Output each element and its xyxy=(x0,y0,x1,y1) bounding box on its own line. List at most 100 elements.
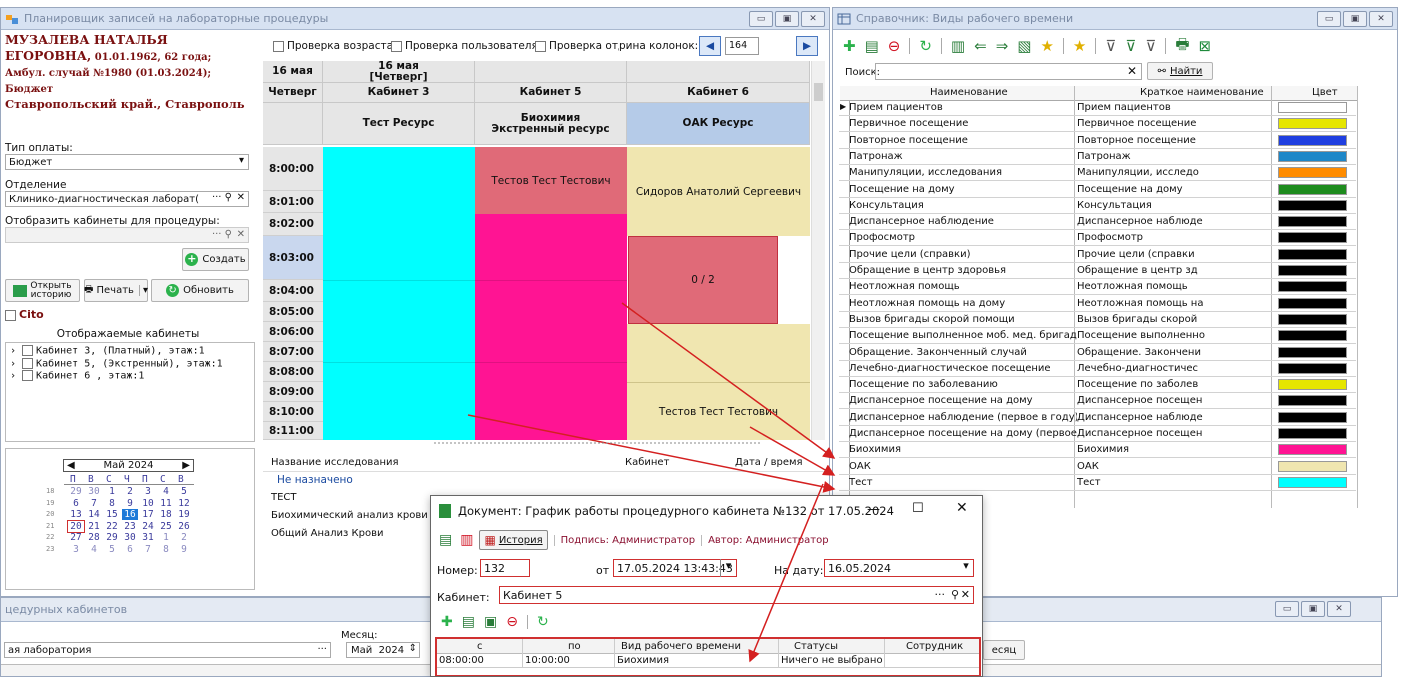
check-user[interactable]: Проверка пользователя xyxy=(391,40,538,52)
calendar-day[interactable]: 17 xyxy=(140,509,156,520)
find-button[interactable]: ⚯ Найти xyxy=(1147,62,1213,80)
calendar-day[interactable]: 29 xyxy=(104,532,120,543)
reference-row[interactable]: Диспансерное наблюдение Диспансерное набл… xyxy=(839,214,1356,231)
room5-biochem-block[interactable] xyxy=(475,214,627,440)
calendar-day[interactable]: 14 xyxy=(86,509,102,520)
reference-row[interactable]: Профосмотр Профосмотр xyxy=(839,230,1356,247)
month-button[interactable]: есяц xyxy=(983,640,1025,660)
next-month-icon[interactable]: ▶ xyxy=(182,460,190,471)
copy-icon[interactable]: ▥ xyxy=(951,37,965,55)
close-icon[interactable]: ✕ xyxy=(956,500,968,516)
history-button[interactable]: ▦ История xyxy=(479,530,548,550)
clear-icon[interactable]: ✕ xyxy=(961,588,970,601)
calendar-day[interactable]: 18 xyxy=(158,509,174,520)
excel-icon[interactable]: ⊠ xyxy=(1198,37,1211,55)
col-width-prev[interactable]: ◀ xyxy=(699,36,721,56)
reference-row[interactable]: ОАК ОАК xyxy=(839,459,1356,475)
lab-field[interactable]: ая лаборатория ··· xyxy=(4,642,331,658)
minimize-icon[interactable]: — xyxy=(867,502,880,517)
calendar-day[interactable]: 3 xyxy=(140,486,156,497)
maximize-icon[interactable]: ☐ xyxy=(912,501,924,516)
reference-row[interactable]: Обращение в центр здоровья Обращение в це… xyxy=(839,263,1356,279)
calendar-day[interactable]: 4 xyxy=(86,544,102,555)
close-icon[interactable]: ✕ xyxy=(1327,601,1351,617)
prev-month-icon[interactable]: ◀ xyxy=(67,460,75,471)
calendar-day[interactable]: 9 xyxy=(176,544,192,555)
calendar-day[interactable]: 7 xyxy=(140,544,156,555)
add-icon[interactable]: ✚ xyxy=(441,614,453,630)
study-item[interactable]: Биохимический анализ крови xyxy=(271,510,428,521)
calendar-day[interactable]: 13 xyxy=(68,509,84,520)
reference-row[interactable]: Диспансерное посещение на дому (первое в… xyxy=(839,426,1356,442)
maximize-icon[interactable]: ▣ xyxy=(1343,11,1367,27)
room6-slot[interactable]: 0 / 2 xyxy=(628,236,778,324)
print-button[interactable]: 🖶 Печать ▾ xyxy=(84,279,148,302)
from-field[interactable]: 17.05.2024 13:43:43 ▾ xyxy=(613,559,737,577)
save-icon[interactable]: ▣ xyxy=(484,614,497,630)
reference-row[interactable]: Лечебно-диагностическое посещение Лечебно… xyxy=(839,361,1356,377)
search-input[interactable]: ✕ xyxy=(875,63,1142,80)
refresh-icon[interactable]: ↻ xyxy=(537,614,549,630)
minimize-icon[interactable]: ▭ xyxy=(749,11,773,27)
favorite-icon[interactable]: ★ xyxy=(1073,37,1086,55)
reference-row[interactable]: Неотложная помощь Неотложная помощь xyxy=(839,279,1356,296)
room-item[interactable]: › Кабинет 5, (Экстренный), этаж:1 xyxy=(10,357,250,371)
filter-icon[interactable]: ⊽ xyxy=(1105,37,1116,55)
refresh-icon[interactable]: ↻ xyxy=(919,37,932,55)
minimize-icon[interactable]: ▭ xyxy=(1275,601,1299,617)
calendar-day[interactable]: 3 xyxy=(68,544,84,555)
close-icon[interactable]: ✕ xyxy=(801,11,825,27)
cancel-icon[interactable]: ▥ xyxy=(460,532,473,548)
minimize-icon[interactable]: ▭ xyxy=(1317,11,1341,27)
calendar-day[interactable]: 7 xyxy=(86,498,102,509)
delete-icon[interactable]: ⊖ xyxy=(506,614,518,630)
calendar-day[interactable]: 11 xyxy=(158,498,174,509)
print-icon[interactable]: 🖶 xyxy=(1175,34,1189,59)
edit-icon[interactable]: ▤ xyxy=(462,614,475,630)
calendar-day[interactable]: 15 xyxy=(104,509,120,520)
calendar-day[interactable]: 12 xyxy=(176,498,192,509)
month-select[interactable]: Май 2024 ⇕ xyxy=(346,642,420,658)
calendar-day[interactable]: 6 xyxy=(68,498,84,509)
delete-icon[interactable]: ⊖ xyxy=(888,37,901,55)
reference-row[interactable]: Посещение выполненное моб. мед. бригадой… xyxy=(839,328,1356,345)
close-icon[interactable]: ✕ xyxy=(1369,11,1393,27)
maximize-icon[interactable]: ▣ xyxy=(775,11,799,27)
reference-row[interactable]: Диспансерное наблюдение (первое в году) Д… xyxy=(839,410,1356,426)
calendar-day[interactable]: 26 xyxy=(176,521,192,532)
calendar-day[interactable]: 4 xyxy=(158,486,174,497)
room-field[interactable]: Кабинет 5 ··· ⚲ ✕ xyxy=(499,586,974,604)
calendar-day[interactable]: 24 xyxy=(140,521,156,532)
reference-row[interactable]: Прочие цели (справки) Прочие цели (справк… xyxy=(839,247,1356,263)
reference-row[interactable]: Посещение на дому Посещение на дому xyxy=(839,182,1356,198)
room-item[interactable]: › Кабинет 3, (Платный), этаж:1 xyxy=(10,345,250,358)
calendar-day[interactable]: 16 xyxy=(122,509,138,520)
department-field[interactable]: Клинико-диагностическая лаборат(··· ⚲ ✕ xyxy=(5,191,249,207)
calendar-day[interactable]: 5 xyxy=(176,486,192,497)
spin-icon[interactable]: ⇕ xyxy=(409,643,417,654)
room6-free[interactable] xyxy=(627,324,810,382)
refresh-button[interactable]: ↻ Обновить xyxy=(151,279,249,302)
reference-row[interactable]: Биохимия Биохимия xyxy=(839,442,1356,459)
show-rooms-field[interactable]: ··· ⚲ ✕ xyxy=(5,227,249,243)
calendar-day[interactable]: 9 xyxy=(122,498,138,509)
reference-row[interactable]: Повторное посещение Повторное посещение xyxy=(839,133,1356,149)
grid-row[interactable]: 08:00:00 10:00:00 Биохимия Ничего не выб… xyxy=(437,654,979,668)
reference-row[interactable]: Неотложная помощь на дому Неотложная помо… xyxy=(839,296,1356,312)
room6-booking[interactable]: Тестов Тест Тестович xyxy=(627,382,810,440)
arrow-right-icon[interactable]: ⇒ xyxy=(996,37,1009,55)
calendar-day[interactable]: 28 xyxy=(86,532,102,543)
reference-row[interactable]: Посещение по заболеванию Посещение по заб… xyxy=(839,377,1356,394)
clear-icon[interactable]: ✕ xyxy=(1127,64,1137,78)
arrow-left-icon[interactable]: ⇐ xyxy=(974,37,987,55)
calendar-day[interactable]: 21 xyxy=(86,521,102,532)
search-icon[interactable]: ··· ⚲ xyxy=(212,229,232,240)
filter-edit-icon[interactable]: ⊽ xyxy=(1125,37,1136,55)
clear-icon[interactable]: ✕ xyxy=(237,229,245,240)
calendar-day[interactable]: 8 xyxy=(104,498,120,509)
reference-row[interactable]: Диспансерное посещение на дому Диспансерн… xyxy=(839,393,1356,410)
study-item[interactable]: Общий Анализ Крови xyxy=(271,528,384,539)
calendar-day[interactable]: 1 xyxy=(158,532,174,543)
save-close-icon[interactable]: ▤ xyxy=(439,532,452,548)
calendar-day[interactable]: 27 xyxy=(68,532,84,543)
